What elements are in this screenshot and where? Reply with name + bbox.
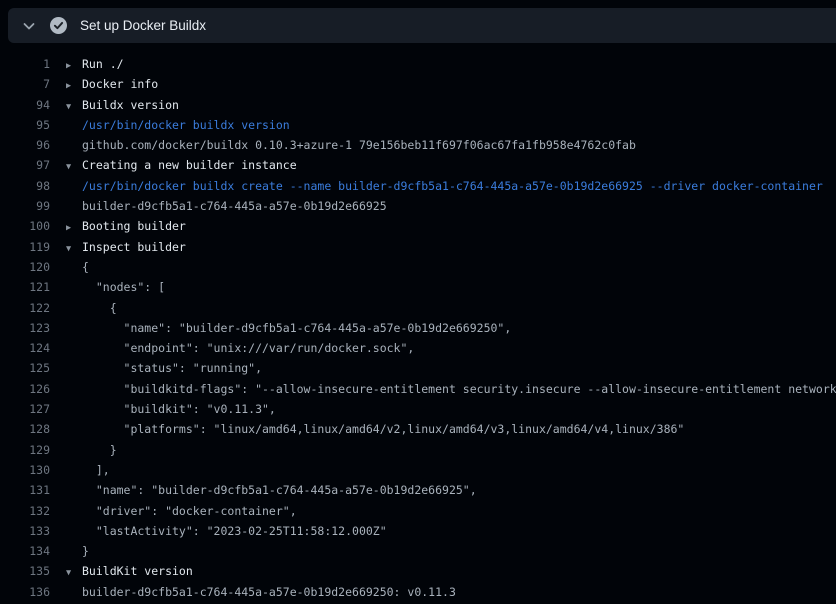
log-line: 130 ], — [0, 460, 836, 480]
log-text: github.com/docker/buildx 0.10.3+azure-1 … — [82, 135, 636, 155]
log-line[interactable]: 1 ▶Run ./ — [0, 54, 836, 74]
step-title: Set up Docker Buildx — [80, 18, 206, 33]
log-text: builder-d9cfb5a1-c764-445a-a57e-0b19d2e6… — [82, 196, 387, 216]
log-text: Docker info — [82, 74, 158, 94]
log-line: 134} — [0, 541, 836, 561]
line-number[interactable]: 131 — [0, 480, 50, 500]
log-text: "name": "builder-d9cfb5a1-c764-445a-a57e… — [82, 318, 511, 338]
line-number[interactable]: 98 — [0, 176, 50, 196]
log-line[interactable]: 97 ▼Creating a new builder instance — [0, 155, 836, 175]
log-line: 133 "lastActivity": "2023-02-25T11:58:12… — [0, 521, 836, 541]
line-number[interactable]: 130 — [0, 460, 50, 480]
log-text: /usr/bin/docker buildx version — [82, 115, 290, 135]
log-text: Buildx version — [82, 95, 179, 115]
expand-arrow-icon[interactable]: ▶ — [66, 56, 82, 76]
log-text: /usr/bin/docker buildx create --name bui… — [82, 176, 823, 196]
line-number[interactable]: 129 — [0, 440, 50, 460]
log-text: builder-d9cfb5a1-c764-445a-a57e-0b19d2e6… — [82, 582, 456, 602]
log-line: 122 { — [0, 298, 836, 318]
collapse-arrow-icon[interactable]: ▼ — [66, 157, 82, 177]
log-line: 136 builder-d9cfb5a1-c764-445a-a57e-0b19d… — [0, 582, 836, 602]
log-line: 120 { — [0, 257, 836, 277]
line-number[interactable]: 136 — [0, 582, 50, 602]
line-number[interactable]: 94 — [0, 95, 50, 115]
log-line: 126 "buildkitd-flags": "--allow-insecure… — [0, 379, 836, 399]
log-line: 125 "status": "running", — [0, 358, 836, 378]
log-line: 98/usr/bin/docker buildx create --name b… — [0, 176, 836, 196]
log-text: ], — [82, 460, 110, 480]
log-text: } — [82, 541, 89, 561]
log-text: "lastActivity": "2023-02-25T11:58:12.000… — [82, 521, 387, 541]
log-line[interactable]: 94 ▼Buildx version — [0, 95, 836, 115]
log-line: 99 builder-d9cfb5a1-c764-445a-a57e-0b19d2… — [0, 196, 836, 216]
log-lines: 1▶Run ./7▶Docker info94▼Buildx version95… — [0, 43, 836, 604]
line-number[interactable]: 100 — [0, 216, 50, 236]
line-number[interactable]: 96 — [0, 135, 50, 155]
log-text: "driver": "docker-container", — [82, 501, 297, 521]
log-line: 121 "nodes": [ — [0, 277, 836, 297]
log-text: "buildkitd-flags": "--allow-insecure-ent… — [82, 379, 836, 399]
log-text: Run ./ — [82, 54, 124, 74]
collapse-arrow-icon[interactable]: ▼ — [66, 97, 82, 117]
log-line: 123 "name": "builder-d9cfb5a1-c764-445a-… — [0, 318, 836, 338]
log-line: 131 "name": "builder-d9cfb5a1-c764-445a-… — [0, 480, 836, 500]
line-number[interactable]: 97 — [0, 155, 50, 175]
log-text: BuildKit version — [82, 561, 193, 581]
log-text: } — [82, 440, 117, 460]
log-text: Booting builder — [82, 216, 186, 236]
log-line[interactable]: 135 ▼BuildKit version — [0, 561, 836, 581]
log-line[interactable]: 7 ▶Docker info — [0, 74, 836, 94]
log-line: 127 "buildkit": "v0.11.3", — [0, 399, 836, 419]
line-number[interactable]: 123 — [0, 318, 50, 338]
log-line: 128 "platforms": "linux/amd64,linux/amd6… — [0, 419, 836, 439]
line-number[interactable]: 125 — [0, 358, 50, 378]
collapse-arrow-icon[interactable]: ▼ — [66, 563, 82, 583]
log-line[interactable]: 100 ▶Booting builder — [0, 216, 836, 236]
line-number[interactable]: 132 — [0, 501, 50, 521]
log-text: { — [82, 257, 89, 277]
line-number[interactable]: 134 — [0, 541, 50, 561]
actions-log-viewer: Set up Docker Buildx 1▶Run ./7▶Docker in… — [0, 0, 836, 604]
line-number[interactable]: 135 — [0, 561, 50, 581]
expand-arrow-icon[interactable]: ▶ — [66, 218, 82, 238]
step-header[interactable]: Set up Docker Buildx — [8, 8, 836, 43]
line-number[interactable]: 7 — [0, 74, 50, 94]
line-number[interactable]: 126 — [0, 379, 50, 399]
line-number[interactable]: 95 — [0, 115, 50, 135]
log-text: "status": "running", — [82, 358, 262, 378]
log-line: 124 "endpoint": "unix:///var/run/docker.… — [0, 338, 836, 358]
collapse-arrow-icon[interactable]: ▼ — [66, 239, 82, 259]
log-line: 96 github.com/docker/buildx 0.10.3+azure-… — [0, 135, 836, 155]
line-number[interactable]: 120 — [0, 257, 50, 277]
line-number[interactable]: 127 — [0, 399, 50, 419]
line-number[interactable]: 1 — [0, 54, 50, 74]
log-line[interactable]: 119 ▼Inspect builder — [0, 237, 836, 257]
check-circle-icon — [50, 17, 67, 34]
log-line: 95/usr/bin/docker buildx version — [0, 115, 836, 135]
line-number[interactable]: 128 — [0, 419, 50, 439]
log-text: Creating a new builder instance — [82, 155, 297, 175]
line-number[interactable]: 124 — [0, 338, 50, 358]
log-line: 129 } — [0, 440, 836, 460]
log-text: Inspect builder — [82, 237, 186, 257]
line-number[interactable]: 121 — [0, 277, 50, 297]
log-text: "platforms": "linux/amd64,linux/amd64/v2… — [82, 419, 684, 439]
log-text: "endpoint": "unix:///var/run/docker.sock… — [82, 338, 414, 358]
line-number[interactable]: 122 — [0, 298, 50, 318]
line-number[interactable]: 133 — [0, 521, 50, 541]
log-text: "name": "builder-d9cfb5a1-c764-445a-a57e… — [82, 480, 477, 500]
log-text: "buildkit": "v0.11.3", — [82, 399, 276, 419]
log-line: 132 "driver": "docker-container", — [0, 501, 836, 521]
chevron-down-icon[interactable] — [21, 18, 37, 34]
log-text: "nodes": [ — [82, 277, 165, 297]
line-number[interactable]: 99 — [0, 196, 50, 216]
expand-arrow-icon[interactable]: ▶ — [66, 76, 82, 96]
log-text: { — [82, 298, 117, 318]
line-number[interactable]: 119 — [0, 237, 50, 257]
